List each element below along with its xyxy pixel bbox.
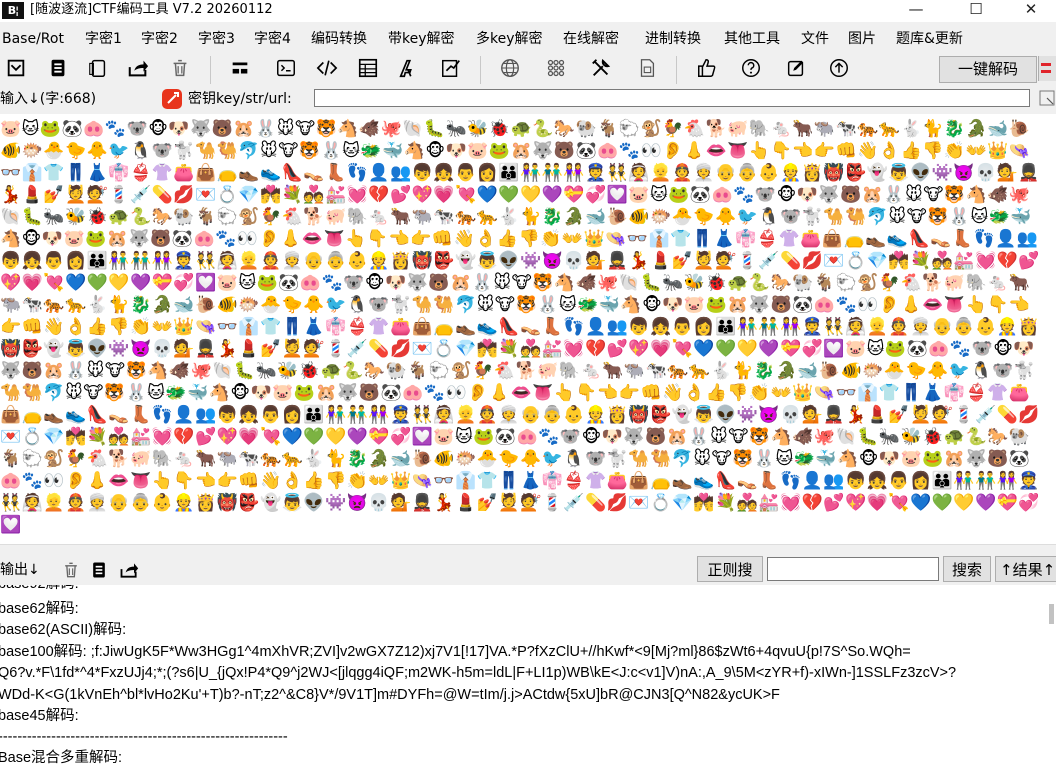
key-icon bbox=[162, 89, 182, 109]
base-text-icon[interactable] bbox=[228, 56, 252, 80]
menu-image[interactable]: 图片 bbox=[848, 29, 876, 49]
menu-zimi1[interactable]: 字密1 bbox=[85, 29, 122, 49]
output-line: base92解码: bbox=[0, 585, 79, 596]
input-textarea[interactable]: 🐷🐱🐸🐼🐽🐾🐨🐵🐶🐺🐻🐹🐰🐭🐮🐯🐴🐗🐙🐚🐛🐜🐝🐞🐢🐍🐎🐏🐐🐑🐒🐓🐔🐕🐖🐘🐁🐂🐃🐄… bbox=[0, 114, 1046, 544]
share-icon[interactable] bbox=[119, 560, 141, 582]
menu-multikey-decrypt[interactable]: 多key解密 bbox=[476, 29, 543, 49]
regex-search-button[interactable]: 正则搜 bbox=[697, 556, 763, 582]
menu-base-rot[interactable]: Base/Rot bbox=[2, 29, 64, 49]
menu-file[interactable]: 文件 bbox=[801, 29, 829, 49]
one-key-decode-button[interactable]: 一键解码 bbox=[939, 56, 1037, 83]
help-icon[interactable] bbox=[739, 56, 763, 80]
tools-icon[interactable] bbox=[589, 56, 613, 80]
globe-icon[interactable] bbox=[498, 56, 522, 80]
copy-stack-icon[interactable] bbox=[89, 560, 111, 582]
menu-online-decrypt[interactable]: 在线解密 bbox=[563, 29, 619, 49]
window-title: [随波逐流]CTF编码工具 V7.2 20260112 bbox=[30, 2, 273, 17]
output-header: 输出↓ 正则搜 搜索 ↑结果↑ bbox=[0, 556, 1056, 584]
input-label: 输入↓(字:668) bbox=[0, 91, 97, 107]
extra-button[interactable] bbox=[1038, 56, 1056, 81]
key-input[interactable] bbox=[314, 89, 1030, 107]
key-expand-icon[interactable] bbox=[1038, 89, 1056, 107]
terminal-icon[interactable] bbox=[274, 56, 298, 80]
code-icon[interactable] bbox=[315, 56, 339, 80]
paste-icon[interactable] bbox=[86, 56, 110, 80]
toolbar-separator bbox=[480, 56, 481, 84]
minimize-button[interactable]: — bbox=[886, 0, 946, 22]
output-line: base62(ASCII)解码: bbox=[0, 622, 127, 638]
toolbar bbox=[0, 52, 1056, 84]
menu-zimi2[interactable]: 字密2 bbox=[141, 29, 178, 49]
trash-icon[interactable] bbox=[61, 560, 83, 582]
menu-key-decrypt[interactable]: 带key解密 bbox=[388, 29, 455, 49]
font-a-icon[interactable] bbox=[396, 56, 420, 80]
share-icon[interactable] bbox=[126, 56, 150, 80]
output-line: Base混合多重解码: bbox=[0, 750, 123, 766]
menu-bar: Base/Rot 字密1 字密2 字密3 字密4 编码转换 带key解密 多ke… bbox=[0, 27, 1056, 50]
key-label: 密钥key/str/url: bbox=[188, 91, 292, 107]
grid-icon[interactable] bbox=[544, 56, 568, 80]
copy-stack-icon[interactable] bbox=[46, 56, 70, 80]
menu-zimi4[interactable]: 字密4 bbox=[254, 29, 291, 49]
output-line: ----------------------------------------… bbox=[0, 729, 288, 745]
toolbar-separator bbox=[676, 56, 677, 84]
maximize-button[interactable]: ☐ bbox=[946, 0, 1006, 22]
output-line: Q6?v.*F\1fd*^4*FxzUJj4;*;(?s6|U_{jQx!P4*… bbox=[0, 665, 957, 681]
menu-other-tools[interactable]: 其他工具 bbox=[724, 29, 780, 49]
title-bar: B¦ [随波逐流]CTF编码工具 V7.2 20260112 — ☐ ✕ bbox=[0, 0, 1056, 22]
result-button[interactable]: ↑结果↑ bbox=[995, 556, 1056, 582]
output-label: 输出↓ bbox=[0, 562, 40, 578]
app-logo: B¦ bbox=[2, 2, 24, 19]
menu-zimi3[interactable]: 字密3 bbox=[198, 29, 235, 49]
output-line: WDd-K<G(1kVnEh^bl*lvHo2Ku'+T)b?-nT;z2^&C… bbox=[0, 687, 780, 703]
toolbar-separator bbox=[210, 56, 211, 84]
output-line: base62解码: bbox=[0, 601, 79, 617]
trash-icon[interactable] bbox=[168, 56, 192, 80]
menu-radix-convert[interactable]: 进制转换 bbox=[645, 29, 701, 49]
search-button[interactable]: 搜索 bbox=[943, 556, 991, 582]
import-icon[interactable] bbox=[4, 56, 28, 80]
output-textarea[interactable]: base92解码: base62解码: base62(ASCII)解码: bas… bbox=[0, 585, 1046, 771]
close-button[interactable]: ✕ bbox=[1006, 0, 1056, 22]
input-header: 输入↓(字:668) 密钥key/str/url: bbox=[0, 88, 1056, 110]
menu-question-bank-update[interactable]: 题库&更新 bbox=[896, 29, 963, 49]
document-icon[interactable] bbox=[635, 56, 659, 80]
signature-icon[interactable] bbox=[439, 56, 463, 80]
panel-splitter[interactable] bbox=[0, 544, 1056, 555]
input-text: 🐷🐱🐸🐼🐽🐾🐨🐵🐶🐺🐻🐹🐰🐭🐮🐯🐴🐗🐙🐚🐛🐜🐝🐞🐢🐍🐎🐏🐐🐑🐒🐓🐔🐕🐖🐘🐁🐂🐃🐄… bbox=[0, 119, 1041, 535]
table-icon[interactable] bbox=[356, 56, 380, 80]
search-input[interactable] bbox=[767, 557, 939, 581]
thumbs-up-icon[interactable] bbox=[695, 56, 719, 80]
menu-encoding-convert[interactable]: 编码转换 bbox=[311, 29, 367, 49]
output-scroll-thumb[interactable] bbox=[1049, 604, 1054, 624]
edit-icon[interactable] bbox=[784, 56, 808, 80]
input-scrollbar[interactable] bbox=[1046, 114, 1056, 544]
output-line: base100解码: ;f:JiwUgK5F*Ww3HGg1^4mXhVR;ZV… bbox=[0, 644, 911, 660]
upload-icon[interactable] bbox=[827, 56, 851, 80]
output-line: base45解码: bbox=[0, 708, 79, 724]
